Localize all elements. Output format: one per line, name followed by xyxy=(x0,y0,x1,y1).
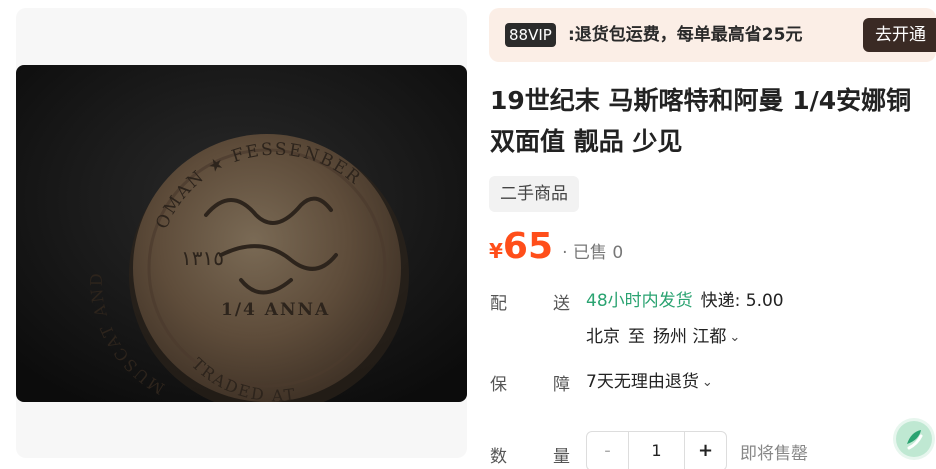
delivery-route[interactable]: 北京至扬州 江都 ⌄ xyxy=(586,325,740,351)
guarantee-label: 保 障 xyxy=(490,370,570,395)
price-row: ¥65 · 已售 0 xyxy=(489,226,623,274)
currency-symbol: ¥ xyxy=(489,239,503,263)
ship-destination[interactable]: 扬州 江都 xyxy=(653,327,726,347)
coin-denomination: 1/4 ANNA xyxy=(221,300,330,320)
price-value: 65 xyxy=(502,226,554,267)
product-image[interactable]: OMAN ★ FESSENBER MUSCAT AND TRADED AT ١٣… xyxy=(16,65,467,402)
vip-badge: 88VIP xyxy=(505,23,556,47)
ship-from: 北京 xyxy=(586,327,620,347)
product-image-panel: OMAN ★ FESSENBER MUSCAT AND TRADED AT ١٣… xyxy=(16,8,467,458)
chevron-down-icon[interactable]: ⌄ xyxy=(729,326,740,350)
product-title-line2: 双面值 靓品 少见 xyxy=(490,127,683,156)
svg-text:١٣١٥: ١٣١٥ xyxy=(181,246,224,270)
guarantee-info[interactable]: 7天无理由退货 ⌄ xyxy=(586,370,713,396)
route-to: 至 xyxy=(628,327,645,347)
guarantee-label-char2: 障 xyxy=(553,375,570,395)
vip-activate-button[interactable]: 去开通 xyxy=(863,18,936,52)
quantity-label-char2: 量 xyxy=(553,447,570,467)
quantity-increase-button[interactable]: + xyxy=(684,432,726,469)
guarantee-label-char1: 保 xyxy=(490,375,507,395)
vip-banner[interactable]: 88VIP :退货包运费，每单最高省25元 去开通 xyxy=(489,8,936,62)
coin-illustration: OMAN ★ FESSENBER MUSCAT AND TRADED AT ١٣… xyxy=(16,65,467,402)
shipping-fee: 快递: 5.00 xyxy=(700,291,784,311)
quantity-decrease-button[interactable]: - xyxy=(587,432,629,469)
quantity-label: 数 量 xyxy=(490,442,570,467)
product-title: 19世纪末 马斯喀特和阿曼 1/4安娜铜 双面值 靓品 少见 xyxy=(490,80,936,162)
quantity-value[interactable]: 1 xyxy=(629,432,684,469)
app-logo-icon[interactable] xyxy=(893,418,935,460)
stock-status: 即将售罄 xyxy=(740,444,808,464)
quantity-stepper[interactable]: - 1 + xyxy=(586,431,727,469)
delivery-label: 配 送 xyxy=(490,289,570,314)
sold-count: · 已售 0 xyxy=(562,243,624,263)
delivery-label-char2: 送 xyxy=(553,294,570,314)
quantity-label-char1: 数 xyxy=(490,447,507,467)
delivery-info: 48小时内发货 快递: 5.00 xyxy=(586,289,784,313)
chevron-down-icon[interactable]: ⌄ xyxy=(702,371,713,395)
shipping-speed: 48小时内发货 xyxy=(586,291,693,311)
product-title-line1: 19世纪末 马斯喀特和阿曼 1/4安娜铜 xyxy=(490,86,912,115)
delivery-label-char1: 配 xyxy=(490,294,507,314)
return-policy[interactable]: 7天无理由退货 xyxy=(586,372,699,392)
vip-promo-text: :退货包运费，每单最高省25元 xyxy=(568,25,803,45)
condition-tag: 二手商品 xyxy=(489,176,579,212)
